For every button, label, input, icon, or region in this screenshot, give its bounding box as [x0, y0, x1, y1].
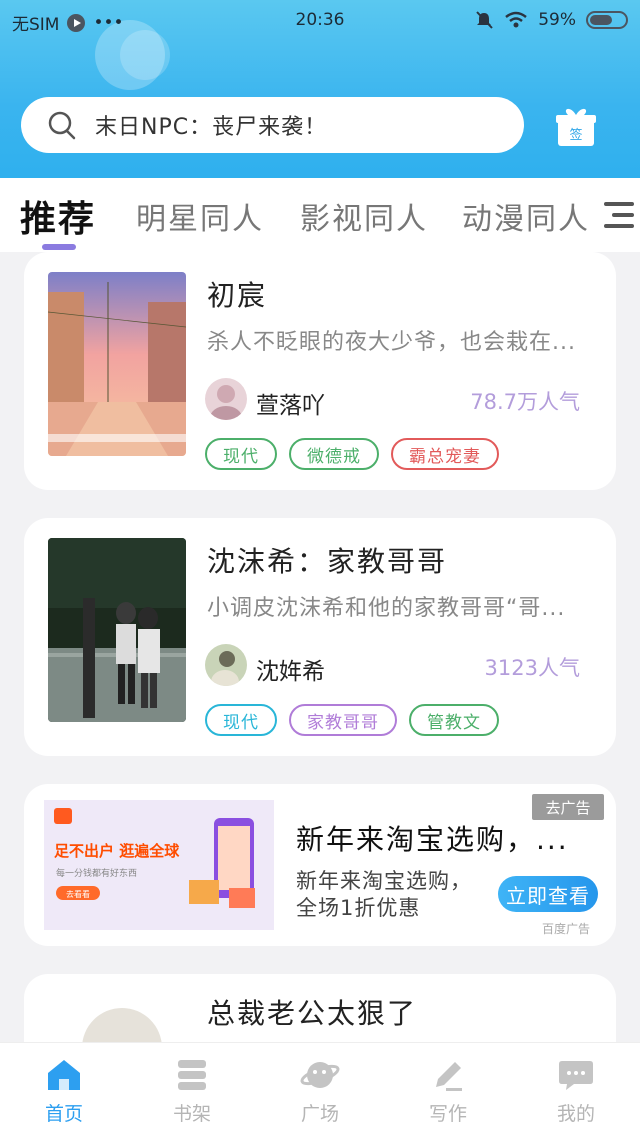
wifi-icon [505, 11, 527, 28]
battery-percent: 59% [538, 10, 576, 30]
book-title: 初宸 [207, 279, 268, 312]
book-cover [48, 538, 186, 722]
ad-card[interactable]: 足不出户 逛遍全球 每一分钱都有好东西 去看看 新年来淘宝选购，... 新年来淘… [24, 784, 616, 946]
popularity-count: 78.7万人气 [470, 390, 580, 414]
search-icon [48, 111, 76, 140]
nav-label: 首页 [44, 1103, 83, 1125]
tag[interactable]: 霸总宠妻 [391, 438, 499, 470]
category-menu-icon[interactable] [600, 198, 636, 232]
remove-ad-button[interactable]: 去广告 [532, 794, 604, 820]
gift-checkin-icon[interactable]: 签 [556, 105, 596, 147]
nav-label: 我的 [556, 1103, 595, 1125]
ad-image: 足不出户 逛遍全球 每一分钱都有好东西 去看看 [44, 800, 274, 930]
author-name: 萱落吖 [256, 393, 325, 419]
book-cover [48, 272, 186, 456]
header: 无SIM ••• 20:36 59% 末日NPC：丧尸来袭！ 签 [0, 0, 640, 178]
search-bar[interactable]: 末日NPC：丧尸来袭！ [21, 97, 524, 153]
status-bar: 无SIM ••• 20:36 59% [0, 0, 640, 44]
nav-me[interactable]: 我的 [536, 1057, 616, 1126]
chat-bubble-icon [559, 1061, 593, 1090]
book-title: 沈沫希：家教哥哥 [207, 545, 448, 578]
tag-list: 现代 家教哥哥 管教文 [205, 704, 499, 736]
ad-cta-button[interactable]: 立即查看 [498, 876, 598, 912]
tag[interactable]: 家教哥哥 [289, 704, 397, 736]
nav-label: 写作 [428, 1103, 467, 1125]
book-desc: 杀人不眨眼的夜大少爷，也会栽在... [207, 330, 576, 355]
ad-image-headline: 足不出户 逛遍全球 [54, 842, 180, 860]
avatar [205, 378, 247, 420]
avatar [205, 644, 247, 686]
ad-image-button: 去看看 [66, 889, 90, 899]
tag[interactable]: 现代 [205, 438, 277, 470]
tab-film-fanfic[interactable]: 影视同人 [300, 194, 428, 238]
tag[interactable]: 现代 [205, 704, 277, 736]
ad-image-sub: 每一分钱都有好东西 [56, 867, 137, 879]
tag[interactable]: 微德戒 [289, 438, 379, 470]
book-title: 总裁老公太狠了 [207, 997, 418, 1030]
category-tabs: 推荐 明星同人 影视同人 动漫同人 [0, 178, 640, 252]
mute-bell-icon [476, 11, 493, 29]
book-desc: 小调皮沈沫希和他的家教哥哥“哥... [207, 596, 566, 621]
bottom-nav: 首页 书架 广场 写作 我的 [0, 1042, 640, 1138]
nav-label: 书架 [172, 1103, 211, 1125]
nav-square[interactable]: 广场 [280, 1057, 360, 1126]
tab-anime-fanfic[interactable]: 动漫同人 [462, 194, 590, 238]
ad-title: 新年来淘宝选购，... [296, 823, 569, 856]
ad-desc: 新年来淘宝选购，全场1折优惠 [296, 869, 472, 920]
active-tab-indicator [42, 244, 76, 250]
bookshelf-icon [178, 1060, 206, 1090]
battery-icon [586, 11, 628, 29]
nav-bookshelf[interactable]: 书架 [152, 1057, 232, 1126]
tab-celebrity-fanfic[interactable]: 明星同人 [136, 194, 264, 238]
popularity-count: 3123人气 [484, 656, 580, 680]
svg-text:签: 签 [569, 127, 582, 143]
book-card[interactable]: 初宸 杀人不眨眼的夜大少爷，也会栽在... 萱落吖 78.7万人气 现代 微德戒… [24, 252, 616, 490]
pen-icon [436, 1062, 462, 1091]
tag-list: 现代 微德戒 霸总宠妻 [205, 438, 499, 470]
home-icon [48, 1060, 80, 1090]
nav-home[interactable]: 首页 [24, 1057, 104, 1126]
tab-recommend[interactable]: 推荐 [20, 190, 96, 242]
tag[interactable]: 管教文 [409, 704, 499, 736]
book-card[interactable]: 沈沫希：家教哥哥 小调皮沈沫希和他的家教哥哥“哥... 沈姩希 3123人气 现… [24, 518, 616, 756]
author-name: 沈姩希 [256, 659, 325, 685]
ad-source-label: 百度广告 [542, 922, 591, 936]
nav-label: 广场 [300, 1103, 339, 1125]
planet-icon [300, 1062, 340, 1088]
search-placeholder: 末日NPC：丧尸来袭！ [95, 115, 328, 140]
nav-write[interactable]: 写作 [408, 1057, 488, 1126]
